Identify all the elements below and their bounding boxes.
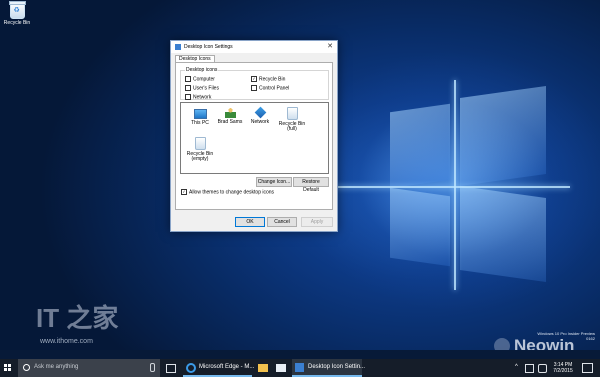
checkbox-control-panel[interactable]: Control Panel: [251, 85, 289, 91]
taskbar-task-desktop-icon-settings[interactable]: Desktop Icon Settin...: [292, 359, 366, 377]
checkbox-network[interactable]: Network: [185, 94, 211, 100]
windows-logo-icon-part: [8, 368, 11, 371]
ithome-url-watermark: www.ithome.com: [40, 338, 93, 345]
windows-logo-beam-h: [330, 186, 570, 188]
cortana-search-box[interactable]: Ask me anything: [18, 359, 160, 377]
dialog-tabs: Desktop Icons: [171, 53, 337, 63]
list-item-label: This PC: [191, 120, 209, 126]
taskbar-task-label: Microsoft Edge - M...: [199, 364, 255, 370]
close-icon[interactable]: ✕: [327, 42, 333, 50]
checkbox-control-panel-box[interactable]: [251, 85, 257, 91]
checkbox-allow-themes-label: Allow themes to change desktop icons: [189, 189, 275, 196]
checkbox-recycle-bin-box[interactable]: ✓: [251, 76, 257, 82]
list-item-label: Brad Sams: [217, 119, 243, 125]
this-pc-icon: [193, 109, 207, 119]
ok-button[interactable]: OK: [235, 217, 265, 227]
recycle-bin-full-icon: [286, 107, 298, 120]
checkbox-users-files[interactable]: User's Files: [185, 85, 219, 91]
list-item-label: Recycle Bin (full): [278, 121, 306, 132]
taskbar-task-label: Desktop Icon Settin...: [308, 364, 366, 370]
desktop-icon-list[interactable]: This PC Brad Sams Network Recycle Bin (f…: [180, 102, 329, 174]
list-item-label: Recycle Bin (empty): [186, 151, 214, 162]
cancel-button[interactable]: Cancel: [267, 217, 297, 227]
desktop-icons-group: Desktop icons Computer ✓ Recycle Bin User…: [180, 67, 329, 100]
speaker-icon[interactable]: [538, 364, 547, 373]
list-item-recycle-bin-full[interactable]: Recycle Bin (full): [277, 107, 307, 132]
change-icon-button[interactable]: Change Icon...: [256, 177, 292, 187]
group-label: Desktop icons: [185, 67, 219, 73]
restore-default-button[interactable]: Restore Default: [293, 177, 329, 193]
recycle-bin-icon: ♻: [8, 1, 26, 19]
checkbox-computer-label: Computer: [193, 76, 215, 83]
checkbox-allow-themes[interactable]: ✓ Allow themes to change desktop icons: [181, 189, 274, 195]
apply-button[interactable]: Apply: [301, 217, 333, 227]
windows-logo-icon: [4, 364, 7, 367]
windows-logo-pane-tr: [460, 85, 546, 187]
windows-logo-icon-part: [8, 364, 11, 367]
windows-logo-pane-tl: [390, 103, 450, 189]
dialog-title: Desktop Icon Settings: [184, 44, 233, 50]
ithome-logo-watermark: IT 之家: [36, 303, 119, 333]
network-icon: [254, 106, 266, 119]
taskbar: Ask me anything Microsoft Edge - M... De…: [0, 359, 600, 377]
checkbox-recycle-bin[interactable]: ✓ Recycle Bin: [251, 76, 285, 82]
tab-panel: Desktop icons Computer ✓ Recycle Bin User…: [175, 62, 333, 210]
action-center-icon[interactable]: [582, 363, 593, 373]
clock-date: 7/2/2015: [553, 368, 573, 374]
user-folder-icon: [224, 107, 236, 118]
search-placeholder: Ask me anything: [34, 364, 79, 370]
checkbox-network-label: Network: [193, 94, 212, 101]
windows-logo-pane-br: [460, 185, 546, 283]
checkbox-users-files-label: User's Files: [193, 85, 219, 92]
windows-logo-pane-bl: [390, 187, 450, 267]
list-item-brad-sams[interactable]: Brad Sams: [215, 107, 245, 125]
start-button[interactable]: [4, 364, 12, 372]
checkbox-control-panel-label: Control Panel: [259, 85, 290, 92]
cortana-circle-icon: [23, 364, 30, 371]
store-icon[interactable]: [276, 364, 286, 372]
taskbar-task-edge[interactable]: Microsoft Edge - M...: [183, 359, 255, 377]
desktop-settings-icon: [295, 363, 304, 372]
file-explorer-icon[interactable]: [258, 364, 268, 372]
taskbar-clock[interactable]: 3:14 PM 7/2/2015: [551, 362, 575, 374]
checkbox-network-box[interactable]: [185, 94, 191, 100]
checkbox-computer[interactable]: Computer: [185, 76, 215, 82]
list-item-label: Network: [250, 119, 270, 125]
desktop-icon-settings-dialog: Desktop Icon Settings ✕ Desktop Icons De…: [170, 40, 338, 232]
checkbox-users-files-box[interactable]: [185, 85, 191, 91]
chevron-up-icon[interactable]: ^: [515, 364, 518, 370]
checkbox-allow-themes-box[interactable]: ✓: [181, 189, 187, 195]
task-view-icon[interactable]: [166, 364, 176, 373]
desktop-recycle-bin[interactable]: ♻ Recycle Bin: [2, 1, 32, 26]
desktop-recycle-bin-label: Recycle Bin: [3, 20, 31, 26]
list-item-recycle-bin-empty[interactable]: Recycle Bin (empty): [185, 137, 215, 162]
recycle-bin-empty-icon: [194, 137, 206, 150]
neowin-logo-icon: [494, 338, 510, 350]
checkbox-computer-box[interactable]: [185, 76, 191, 82]
edge-icon: [186, 363, 196, 373]
build-watermark-line2: 0162: [586, 336, 595, 341]
dialog-titlebar[interactable]: Desktop Icon Settings ✕: [171, 41, 337, 53]
windows-logo-beam-v: [454, 80, 456, 290]
list-item-network[interactable]: Network: [245, 106, 275, 125]
list-item-this-pc[interactable]: This PC: [185, 107, 215, 126]
battery-icon[interactable]: [525, 364, 534, 373]
checkbox-recycle-bin-label: Recycle Bin: [259, 76, 286, 83]
windows-logo-icon-part: [4, 368, 7, 371]
microphone-icon[interactable]: [150, 363, 155, 372]
dialog-app-icon: [175, 44, 181, 50]
build-watermark: Windows 10 Pro Insider Preview 0162: [537, 331, 595, 341]
desktop-wallpaper: ♻ Recycle Bin IT 之家 www.ithome.com Neowi…: [0, 0, 600, 350]
